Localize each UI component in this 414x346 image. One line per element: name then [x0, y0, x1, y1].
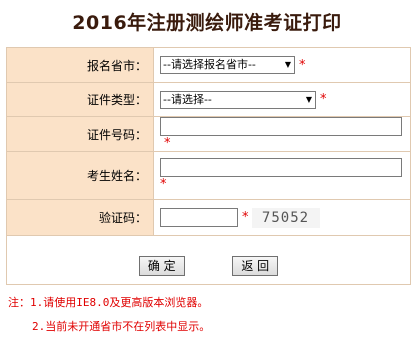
captcha-image[interactable]: 75052 [251, 207, 320, 228]
captcha-row: 验证码： * 75052 [6, 199, 411, 236]
dropdown-arrow-icon: ▼ [305, 94, 312, 104]
id-number-input[interactable] [160, 117, 402, 136]
id-number-row: 证件号码： * [6, 116, 411, 152]
note-line-2: 2.当前未开通省市不在列表中显示。 [32, 320, 211, 333]
notes: 注：1.请使用IE8.0及更高版本浏览器。 2.当前未开通省市不在列表中显示。 [8, 291, 210, 339]
required-mark: * [164, 136, 171, 151]
id-type-row: 证件类型： --请选择-- ▼ * [6, 82, 411, 117]
captcha-input[interactable] [160, 208, 238, 227]
name-label: 考生姓名： [6, 151, 154, 200]
province-row: 报名省市： --请选择报名省市-- ▼ * [6, 47, 411, 83]
required-mark: * [299, 57, 306, 73]
admission-ticket-form: 报名省市： --请选择报名省市-- ▼ * 证件类型： --请选择-- ▼ * … [6, 47, 411, 285]
button-row: 确 定 返 回 [6, 235, 411, 285]
id-type-select[interactable]: --请选择-- ▼ [160, 90, 316, 109]
back-button[interactable]: 返 回 [232, 256, 279, 276]
province-select[interactable]: --请选择报名省市-- ▼ [160, 56, 295, 74]
dropdown-arrow-icon: ▼ [284, 60, 291, 69]
id-number-label: 证件号码： [6, 116, 154, 152]
confirm-button[interactable]: 确 定 [138, 256, 185, 276]
page-title: 2016年注册测绘师准考证打印 [72, 12, 342, 34]
id-type-select-value: --请选择-- [163, 92, 212, 106]
required-mark: * [160, 177, 167, 192]
required-mark: * [242, 210, 249, 225]
captcha-label: 验证码： [6, 199, 154, 236]
name-row: 考生姓名： * [6, 151, 411, 200]
required-mark: * [320, 92, 327, 107]
note-line-1: 注：1.请使用IE8.0及更高版本浏览器。 [8, 296, 209, 309]
id-type-label: 证件类型： [6, 82, 154, 117]
province-select-value: --请选择报名省市-- [163, 58, 256, 71]
name-input[interactable] [160, 158, 402, 177]
province-label: 报名省市： [6, 47, 154, 83]
